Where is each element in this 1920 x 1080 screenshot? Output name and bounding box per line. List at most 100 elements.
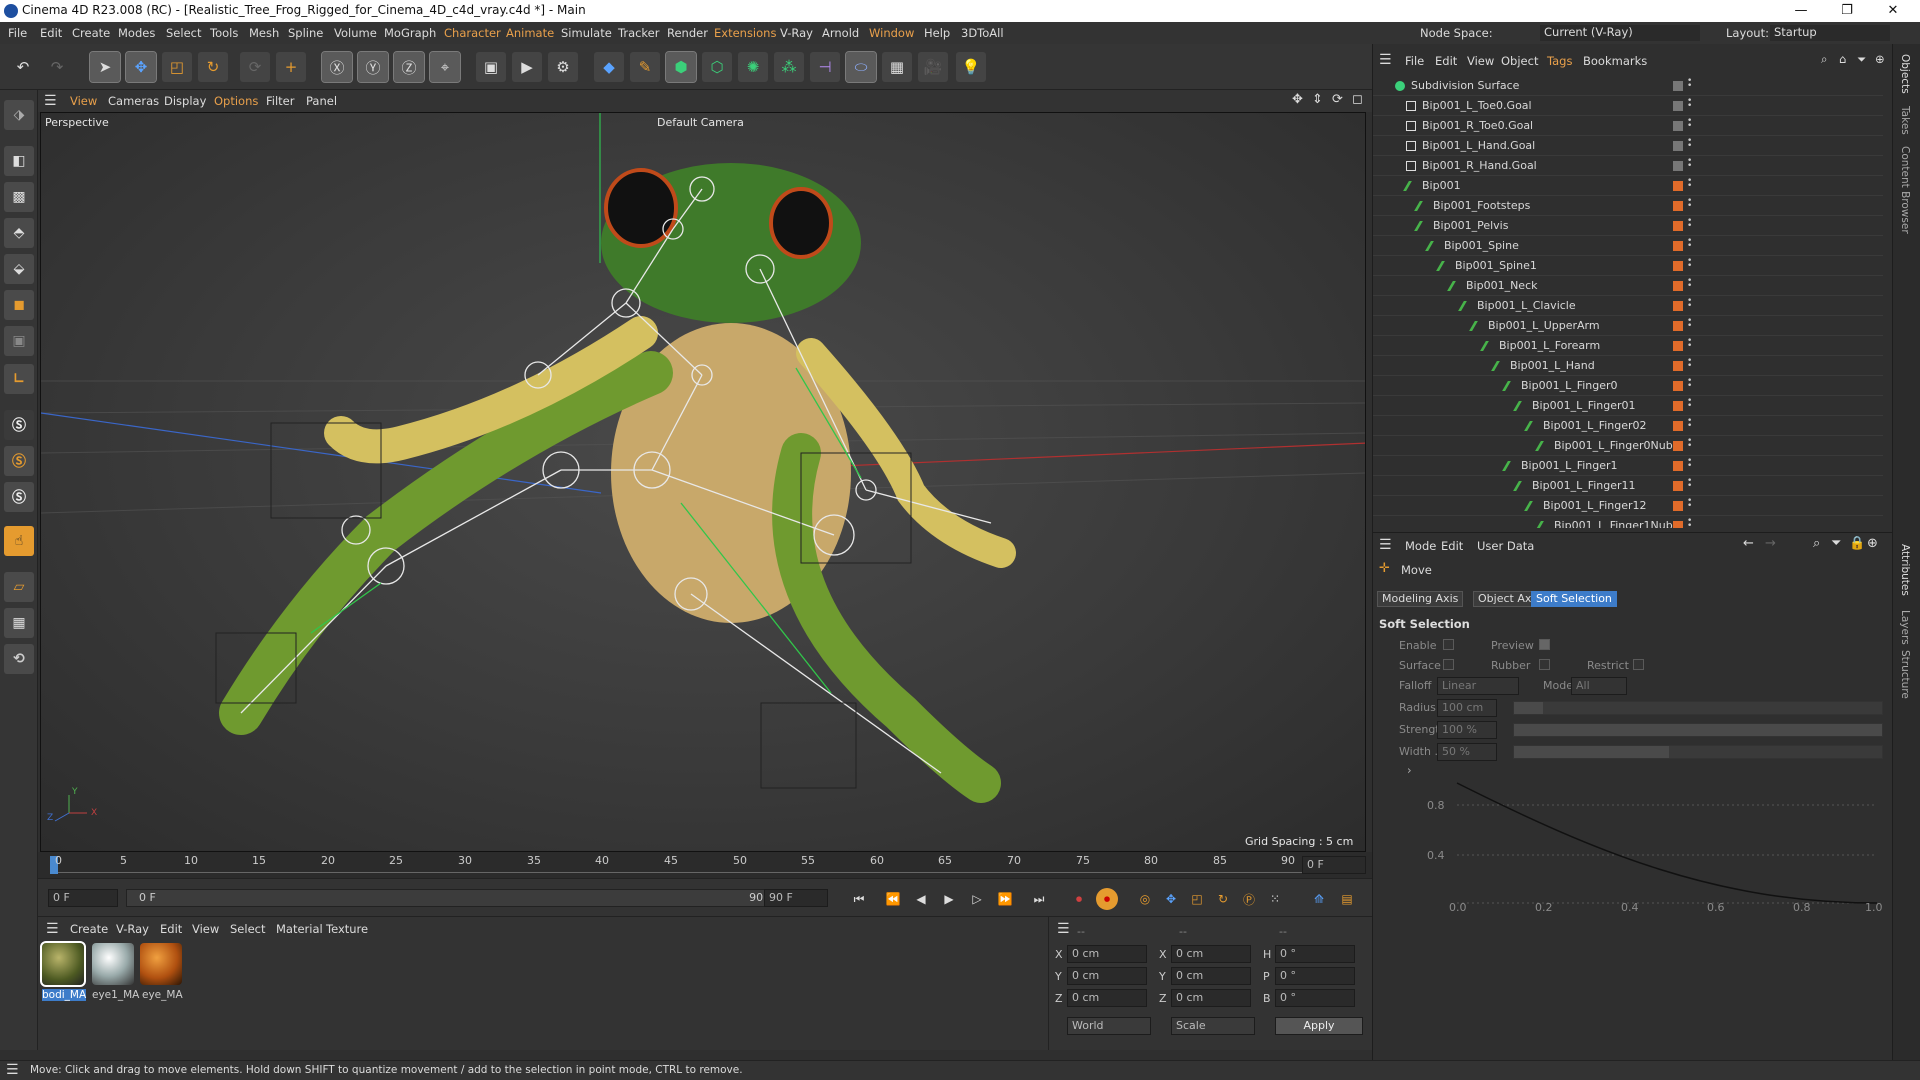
layer-color-tag[interactable] <box>1673 301 1683 311</box>
coord-system-dropdown[interactable]: World <box>1067 1017 1151 1035</box>
menu-character[interactable]: Character <box>444 26 501 40</box>
object-row[interactable]: Bip001_L_Hand.Goal • • <box>1373 136 1883 156</box>
layer-color-tag[interactable] <box>1673 221 1683 231</box>
viewport-zoom-icon[interactable]: ⇕ <box>1312 92 1323 107</box>
visibility-dots-icon[interactable]: • • <box>1687 197 1692 213</box>
viewport-camera-label[interactable]: Default Camera <box>657 116 744 129</box>
cloner-icon[interactable]: ✺ <box>738 52 768 82</box>
layer-color-tag[interactable] <box>1673 441 1683 451</box>
attr-filter-icon[interactable]: ⏷ <box>1831 536 1841 551</box>
material-swatch-eye1[interactable] <box>92 943 134 985</box>
restrict-checkbox[interactable] <box>1633 659 1644 670</box>
key-parameter-icon[interactable]: Ⓟ <box>1238 888 1260 910</box>
radius-slider[interactable] <box>1513 701 1883 715</box>
visibility-dots-icon[interactable]: • • <box>1687 337 1692 353</box>
mat-menu-vray[interactable]: V-Ray <box>116 922 149 936</box>
object-row[interactable]: Bip001_R_Toe0.Goal • • <box>1373 116 1883 136</box>
layout-dropdown[interactable]: Startup <box>1770 25 1890 41</box>
previous-frame-icon[interactable]: ◀ <box>910 888 932 910</box>
visibility-dots-icon[interactable]: • • <box>1687 97 1692 113</box>
visibility-dots-icon[interactable]: • • <box>1687 517 1692 529</box>
object-row[interactable]: Bip001 • • <box>1373 176 1883 196</box>
start-frame-field[interactable]: 0 F <box>48 889 118 907</box>
object-row[interactable]: Bip001_L_Finger11 • • <box>1373 476 1883 496</box>
visibility-dots-icon[interactable]: • • <box>1687 417 1692 433</box>
attr-menu-edit[interactable]: Edit <box>1441 539 1463 553</box>
camera-icon[interactable]: 🎥 <box>918 52 948 82</box>
select-tool-icon[interactable]: ➤ <box>89 51 121 83</box>
obj-menu-object[interactable]: Object <box>1501 54 1538 68</box>
tab-modeling-axis[interactable]: Modeling Axis <box>1377 591 1464 607</box>
go-to-start-icon[interactable]: ⏮ <box>848 888 870 910</box>
menu-animate[interactable]: Animate <box>506 26 554 40</box>
menu-simulate[interactable]: Simulate <box>561 26 612 40</box>
visibility-dots-icon[interactable]: • • <box>1687 157 1692 173</box>
viewport-perspective[interactable]: Perspective Default Camera Grid Spacing … <box>40 112 1366 852</box>
menu-modes[interactable]: Modes <box>118 26 155 40</box>
lock-workplane-icon[interactable]: ▦ <box>4 608 34 638</box>
axis-align-icon[interactable]: ⟲ <box>4 644 34 674</box>
visibility-dots-icon[interactable]: • • <box>1687 497 1692 513</box>
obj-menu-view[interactable]: View <box>1467 54 1494 68</box>
forward-arrow-icon[interactable]: → <box>1765 536 1776 551</box>
preview-checkbox[interactable] <box>1539 639 1550 650</box>
next-key-icon[interactable]: ⏩ <box>994 888 1016 910</box>
tab-structure[interactable]: Structure <box>1899 650 1911 699</box>
menu-help[interactable]: Help <box>924 26 950 40</box>
object-row[interactable]: Bip001_L_Finger02 • • <box>1373 416 1883 436</box>
coord-position-x[interactable]: 0 cm <box>1067 945 1147 963</box>
coord-position-y[interactable]: 0 cm <box>1067 967 1147 985</box>
redo-icon[interactable]: ↷ <box>42 52 72 82</box>
menu-volume[interactable]: Volume <box>334 26 377 40</box>
object-row[interactable]: Subdivision Surface • • <box>1373 76 1883 96</box>
back-arrow-icon[interactable]: ← <box>1743 536 1754 551</box>
rotate-tool-icon[interactable]: ↻ <box>198 52 228 82</box>
layer-color-tag[interactable] <box>1673 161 1683 171</box>
menu-edit[interactable]: Edit <box>40 26 62 40</box>
workplane-icon[interactable]: ∟ <box>4 364 34 394</box>
visibility-dots-icon[interactable]: • • <box>1687 317 1692 333</box>
layer-color-tag[interactable] <box>1673 321 1683 331</box>
object-row[interactable]: Bip001_L_Toe0.Goal • • <box>1373 96 1883 116</box>
enable-checkbox[interactable] <box>1443 639 1454 650</box>
move-tool-icon[interactable]: ✥ <box>125 51 157 83</box>
floor-icon[interactable]: ▦ <box>882 52 912 82</box>
object-row[interactable]: Bip001_L_Finger1Nub • • <box>1373 516 1883 528</box>
material-swatch-eye[interactable] <box>140 943 182 985</box>
object-row[interactable]: Bip001_L_Finger12 • • <box>1373 496 1883 516</box>
object-row[interactable]: Bip001_Spine • • <box>1373 236 1883 256</box>
layer-color-tag[interactable] <box>1673 421 1683 431</box>
layer-color-tag[interactable] <box>1673 181 1683 191</box>
mograph-icon[interactable]: ⁂ <box>774 52 804 82</box>
cube-icon[interactable]: ◆ <box>594 52 624 82</box>
tab-content-browser[interactable]: Content Browser <box>1899 146 1911 234</box>
visibility-dots-icon[interactable]: • • <box>1687 77 1692 93</box>
layer-color-tag[interactable] <box>1673 141 1683 151</box>
tab-layers[interactable]: Layers <box>1899 610 1911 645</box>
recent-tool-icon[interactable]: ⟳ <box>240 52 270 82</box>
visibility-dots-icon[interactable]: • • <box>1687 397 1692 413</box>
search-icon[interactable]: ⌕ <box>1821 52 1827 67</box>
visibility-dots-icon[interactable]: • • <box>1687 437 1692 453</box>
attr-menu-userdata[interactable]: User Data <box>1477 539 1534 553</box>
menu-file[interactable]: File <box>8 26 27 40</box>
polygons-mode-icon[interactable]: ◼ <box>4 290 34 320</box>
viewport-move-icon[interactable]: ✥ <box>1292 92 1303 107</box>
object-row[interactable]: Bip001_L_Finger0Nub • • <box>1373 436 1883 456</box>
visibility-dots-icon[interactable]: • • <box>1687 477 1692 493</box>
menu-window[interactable]: Window <box>869 26 914 40</box>
object-row[interactable]: Bip001_Footsteps • • <box>1373 196 1883 216</box>
layer-color-tag[interactable] <box>1673 281 1683 291</box>
mat-menu-view[interactable]: View <box>192 922 219 936</box>
coord-position-z[interactable]: 0 cm <box>1067 989 1147 1007</box>
light-icon[interactable]: 💡 <box>956 52 986 82</box>
viewport-maximize-icon[interactable]: ◻ <box>1352 92 1363 107</box>
object-row[interactable]: Bip001_L_Forearm • • <box>1373 336 1883 356</box>
create-tool-icon[interactable]: + <box>276 52 306 82</box>
viewport-menu-display[interactable]: Display <box>164 94 206 108</box>
make-editable-icon[interactable]: ⬗ <box>4 100 34 130</box>
visibility-dots-icon[interactable]: • • <box>1687 277 1692 293</box>
visibility-dots-icon[interactable]: • • <box>1687 117 1692 133</box>
interpolation-icon[interactable]: ⟰ <box>1308 888 1330 910</box>
preview-range-slider[interactable]: 0 F 90 F <box>126 889 786 907</box>
